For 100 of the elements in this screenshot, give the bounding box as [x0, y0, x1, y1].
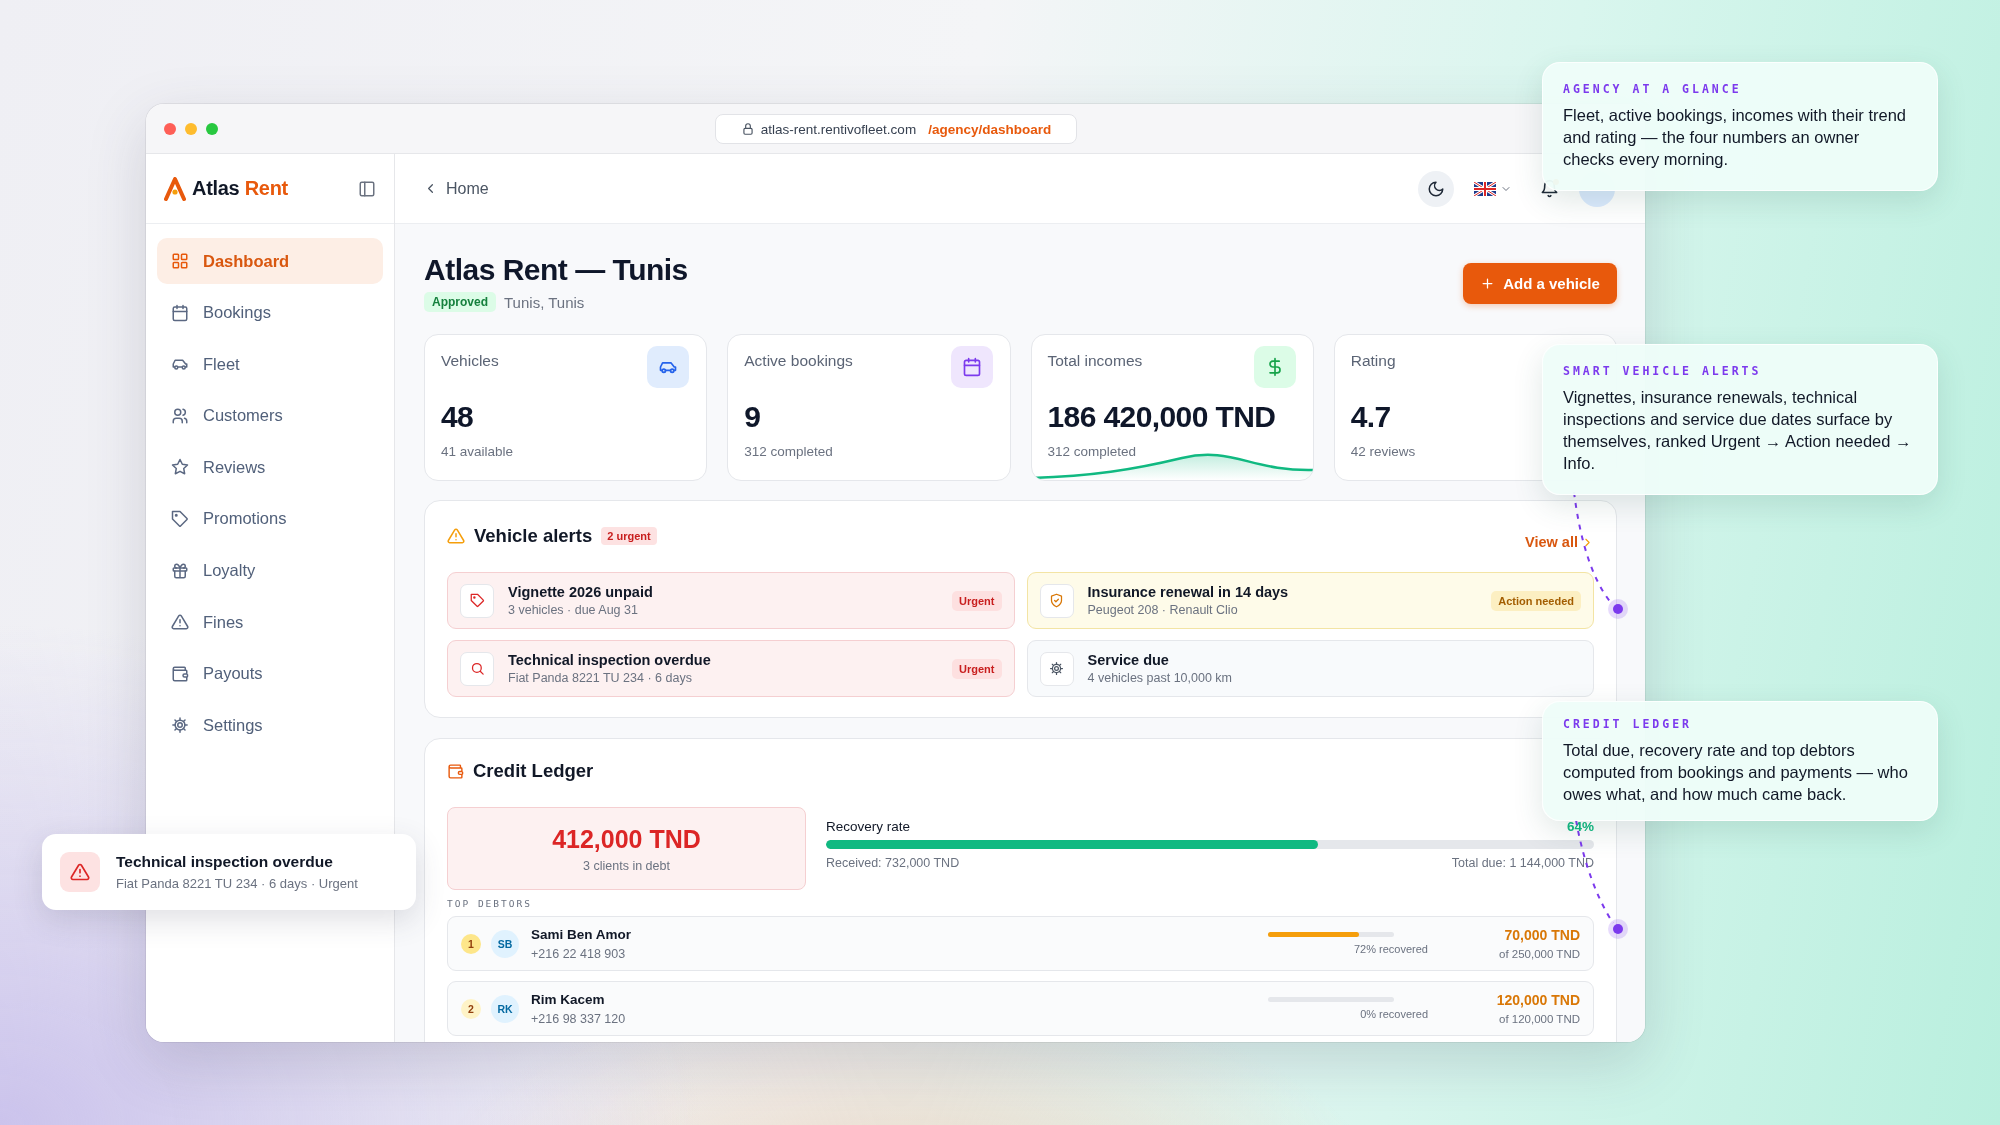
sidebar-item[interactable]: Customers: [157, 392, 383, 439]
stat-value: 9: [744, 400, 762, 434]
marker-dot: [1608, 919, 1628, 939]
alert-title: Service due: [1087, 652, 1170, 668]
warning-icon: [447, 527, 465, 545]
alert-detail: Fiat Panda 8221 TU 234 · 6 days: [508, 671, 693, 685]
sidebar-item[interactable]: Dashboard: [157, 238, 383, 284]
calendar-icon: [171, 303, 189, 322]
rank-badge: 1: [461, 933, 481, 954]
add-vehicle-button[interactable]: Add a vehicle: [1463, 263, 1617, 304]
sidebar-item[interactable]: Loyalty: [157, 547, 383, 594]
alert-card[interactable]: Service due 4 vehicles past 10,000 km: [1026, 640, 1594, 697]
debt-total: of 120,000 TND: [1498, 1013, 1580, 1025]
debtor-phone: +216 98 337 120: [531, 1011, 626, 1026]
total-amount: 412,000 TND: [552, 824, 701, 854]
recovery-label: Recovery rate: [826, 819, 911, 834]
calendar-icon: [950, 346, 993, 388]
stat-caption: 42 reviews: [1350, 444, 1417, 459]
stat-value: 48: [441, 400, 475, 434]
marker-dot: [1608, 599, 1628, 619]
plus-icon: [1480, 276, 1496, 291]
toast-title: Technical inspection overdue: [116, 853, 334, 871]
status-badge: Approved: [424, 292, 496, 312]
toast-detail: Fiat Panda 8221 TU 234 · 6 days · Urgent: [116, 876, 358, 891]
alert-detail: 3 vehicles · due Aug 31: [508, 603, 639, 617]
brand-name: Atlas Rent: [192, 177, 288, 200]
sidebar-item[interactable]: Fines: [157, 599, 383, 646]
debtor-row[interactable]: 1 SB Sami Ben Amor +216 22 418 903 72% recovered 70,000 TND of 250,000 TND: [447, 916, 1594, 971]
debtor-phone: +216 22 418 903: [531, 946, 627, 961]
tag-icon: [171, 509, 189, 528]
wallet-icon: [447, 762, 464, 780]
callout-text: Fleet, active bookings, incomes with their trend and rating — the four numbers an owner checks every morning.: [1563, 105, 1907, 170]
page-title: Atlas Rent — Tunis: [424, 252, 688, 288]
dollar-icon: [1253, 346, 1296, 388]
gift-icon: [171, 561, 189, 580]
initials-avatar: RK: [491, 994, 519, 1023]
stat-label: Rating: [1350, 352, 1397, 370]
severity-badge: Urgent: [952, 590, 1002, 611]
alert-card[interactable]: Technical inspection overdue Fiat Panda 8221 TU 234 · 6 days Urgent: [447, 640, 1015, 697]
callout-label: CREDIT LEDGER: [1563, 717, 1693, 731]
alert-title: Insurance renewal in 14 days: [1087, 584, 1289, 600]
zoom-dot[interactable]: [206, 122, 218, 135]
flag-icon: [1474, 181, 1496, 196]
settings-icon: [171, 716, 189, 735]
view-all-link[interactable]: View all: [1525, 534, 1594, 550]
callout-label: SMART VEHICLE ALERTS: [1563, 364, 1763, 378]
sidebar-item[interactable]: Payouts: [157, 650, 383, 697]
stat-label: Active bookings: [744, 352, 854, 370]
lock-icon: [740, 122, 755, 136]
recovery-percent: 64%: [1566, 819, 1594, 834]
stat-value: 186 420,000 TND: [1047, 400, 1277, 434]
callout-text: Vignettes, insurance renewals, technical inspections and service due dates surface by themselves, ranked Urgent → Action needed → Info.: [1563, 387, 1913, 474]
minimize-dot[interactable]: [185, 122, 197, 135]
debt-total: of 250,000 TND: [1498, 948, 1580, 960]
alert-card[interactable]: Insurance renewal in 14 days Peugeot 208 · Renault Clio Action needed: [1026, 572, 1594, 629]
severity-badge: Urgent: [952, 658, 1002, 679]
recovery-caption: 72% recovered: [1354, 943, 1428, 955]
tag-icon: [460, 583, 494, 618]
theme-toggle-button[interactable]: [1418, 170, 1454, 207]
callout-label: AGENCY AT A GLANCE: [1563, 82, 1743, 96]
debtor-name: Sami Ben Amor: [531, 926, 632, 942]
shield-icon: [1039, 583, 1074, 618]
car-icon: [647, 346, 690, 388]
moon-icon: [1427, 179, 1445, 198]
callout-text: Total due, recovery rate and top debtors computed from bookings and payments — who owes what, and how much came back.: [1563, 740, 1909, 805]
back-link[interactable]: Home: [423, 179, 489, 198]
recovery-caption: 0% recovered: [1360, 1008, 1428, 1020]
debtor-name: Rim Kacem: [531, 991, 606, 1007]
alert-card[interactable]: Vignette 2026 unpaid 3 vehicles · due Aug 31 Urgent: [447, 572, 1015, 629]
close-dot[interactable]: [164, 122, 176, 135]
stat-label: Vehicles: [441, 352, 500, 370]
sidebar-item[interactable]: Promotions: [157, 495, 383, 542]
debt-amount: 120,000 TND: [1495, 992, 1580, 1008]
address-bar[interactable]: atlas-rent.rentivofleet.com /agency/dashboard: [715, 114, 1077, 144]
warning-icon: [60, 852, 100, 892]
total-caption: 3 clients in debt: [583, 858, 670, 873]
alert-detail: 4 vehicles past 10,000 km: [1087, 671, 1233, 685]
debt-amount: 70,000 TND: [1503, 927, 1580, 943]
star-icon: [171, 458, 189, 477]
sidebar-toggle-button[interactable]: [358, 179, 376, 198]
sidebar-item[interactable]: Bookings: [157, 289, 383, 336]
people-icon: [171, 406, 189, 425]
stat-caption: 41 available: [441, 444, 515, 459]
sidebar-item[interactable]: Reviews: [157, 444, 383, 491]
logo-icon: [164, 176, 186, 201]
section-label: TOP DEBTORS: [447, 898, 533, 910]
warning-icon: [171, 613, 189, 632]
received-text: Received: 732,000 TND: [826, 856, 960, 870]
alert-title: Technical inspection overdue: [508, 652, 711, 668]
settings-icon: [1039, 651, 1074, 686]
sidebar-item[interactable]: Settings: [157, 702, 383, 749]
stat-label: Total incomes: [1047, 352, 1144, 370]
severity-badge: Action needed: [1491, 590, 1581, 611]
panel-title: Vehicle alerts: [474, 525, 593, 547]
search-icon: [460, 651, 494, 686]
alert-detail: Peugeot 208 · Renault Clio: [1087, 603, 1239, 617]
debtor-row[interactable]: 2 RK Rim Kacem +216 98 337 120 0% recovered 120,000 TND of 120,000 TND: [447, 981, 1594, 1036]
sidebar-item[interactable]: Fleet: [157, 341, 383, 388]
language-selector[interactable]: [1474, 181, 1512, 196]
grid-icon: [171, 252, 189, 270]
